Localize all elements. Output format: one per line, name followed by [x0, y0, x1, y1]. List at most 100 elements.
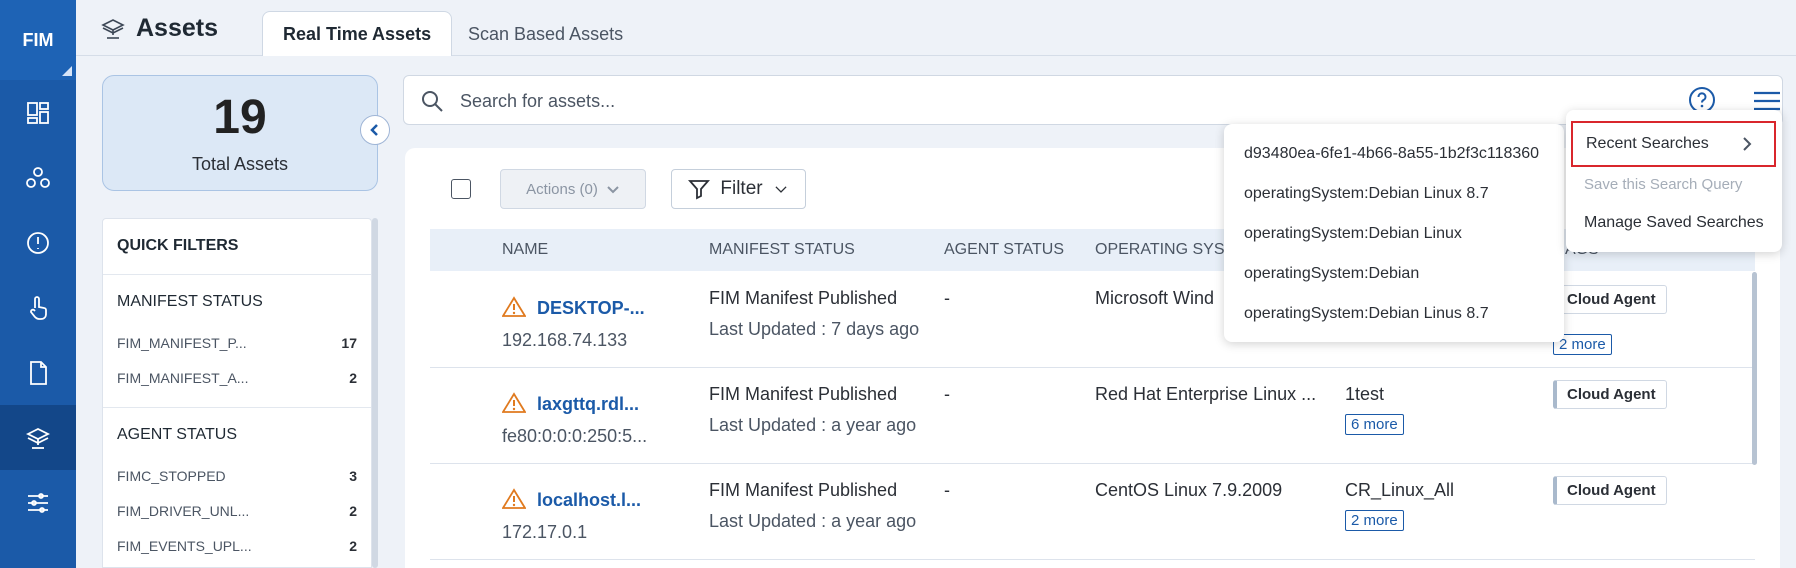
filter-item-count: 2 [349, 369, 357, 386]
manifest-status: FIM Manifest Published [709, 384, 898, 404]
asset-name-link[interactable]: laxgttq.rdl... [537, 394, 639, 415]
filter-item[interactable]: FIM_MANIFEST_P... 17 [117, 325, 357, 360]
table-row[interactable]: laxgttq.rdl... fe80:0:0:0:250:5... FIM M… [430, 368, 1755, 464]
nav-assets[interactable] [0, 405, 76, 470]
filter-item-count: 3 [349, 467, 357, 484]
assets-icon [101, 18, 125, 39]
tag-text: CR_Linux_All [1345, 480, 1455, 500]
column-header-operating-system[interactable]: OPERATING SYSTE [1095, 241, 1245, 259]
filter-item[interactable]: FIM_EVENTS_UPL... 2 [117, 528, 357, 563]
document-icon [30, 360, 47, 385]
recent-search-item[interactable]: operatingSystem:Debian Linus 8.7 [1244, 305, 1489, 323]
agent-status: - [944, 384, 950, 404]
recent-search-item[interactable]: operatingSystem:Debian Linux 8.7 [1244, 185, 1489, 203]
filter-label: Filter [720, 178, 763, 199]
funnel-icon [688, 180, 711, 200]
nodes-icon [26, 166, 50, 188]
touch-icon [30, 295, 47, 320]
menu-item-recent-searches[interactable]: Recent Searches [1571, 121, 1776, 167]
tab-scan-based-assets[interactable]: Scan Based Assets [448, 11, 643, 57]
more-tags-badge[interactable]: 6 more [1345, 414, 1404, 435]
operating-system: Microsoft Wind [1095, 288, 1215, 308]
collapse-panel-button[interactable] [360, 115, 390, 145]
filter-section-title: AGENT STATUS [117, 426, 238, 443]
column-header-agent-status[interactable]: AGENT STATUS [944, 241, 1064, 259]
agent-status: - [944, 480, 950, 500]
last-updated: Last Updated : 7 days ago [709, 319, 920, 339]
recent-search-item[interactable]: operatingSystem:Debian [1244, 265, 1419, 283]
app-switcher-icon[interactable] [62, 66, 72, 76]
table-scrollbar[interactable] [1752, 272, 1757, 465]
filter-item[interactable]: FIM_MANIFEST_A... 2 [117, 360, 357, 395]
menu-item-save-search[interactable]: Save this Search Query [1584, 176, 1742, 193]
table-row[interactable]: localhost.l... 172.17.0.1 FIM Manifest P… [430, 464, 1755, 560]
filter-item-count: 17 [341, 334, 357, 351]
tag-text: 1test [1345, 384, 1385, 404]
nav-reports[interactable] [0, 340, 76, 405]
warning-icon [502, 488, 526, 509]
asset-address: fe80:0:0:0:250:5... [502, 426, 648, 446]
manifest-status: FIM Manifest Published [709, 288, 898, 308]
left-nav: FIM [0, 0, 76, 568]
quick-filters-title: QUICK FILTERS [103, 219, 371, 275]
warning-icon [502, 296, 526, 317]
actions-label: Actions (0) [526, 180, 598, 198]
dashboard-icon [27, 101, 49, 124]
sliders-icon [28, 492, 48, 513]
filter-section-manifest: MANIFEST STATUS FIM_MANIFEST_P... 17 FIM… [103, 293, 371, 408]
hamburger-menu-icon[interactable] [1752, 90, 1782, 112]
menu-item-manage-saved-searches[interactable]: Manage Saved Searches [1584, 214, 1764, 232]
more-tags-badge[interactable]: 2 more [1345, 510, 1404, 531]
brand-label: FIM [22, 29, 54, 50]
warning-icon [502, 392, 526, 413]
assets-icon [25, 427, 51, 449]
recent-searches-popup: d93480ea-6fe1-4b66-8a55-1b2f3c118360 ope… [1224, 124, 1564, 342]
operating-system: CentOS Linux 7.9.2009 [1095, 480, 1283, 500]
total-assets-count: 19 [213, 91, 267, 144]
filter-item[interactable]: FIM_DRIVER_UNL... 2 [117, 493, 357, 528]
asset-name-link[interactable]: localhost.l... [537, 490, 641, 511]
filter-section-agent: AGENT STATUS FIMC_STOPPED 3 FIM_DRIVER_U… [103, 426, 371, 563]
total-assets-label: Total Assets [191, 154, 289, 174]
filter-item-count: 2 [349, 537, 357, 554]
last-updated: Last Updated : a year ago [709, 415, 917, 435]
page-header: Assets Real Time Assets Scan Based Asset… [76, 0, 1796, 57]
tag-badge[interactable]: Cloud Agent [1553, 285, 1667, 314]
nav-groups[interactable] [0, 145, 76, 210]
nav-incidents[interactable] [0, 210, 76, 275]
tag-badge[interactable]: Cloud Agent [1553, 476, 1667, 505]
search-options-menu: Recent Searches Save this Search Query M… [1566, 110, 1782, 252]
recent-search-item[interactable]: d93480ea-6fe1-4b66-8a55-1b2f3c118360 [1244, 145, 1539, 163]
nav-interactions[interactable] [0, 275, 76, 340]
filters-scrollbar[interactable] [372, 218, 378, 568]
alert-icon [27, 231, 49, 254]
tab-label: Scan Based Assets [468, 23, 624, 44]
nav-dashboard[interactable] [0, 80, 76, 145]
filter-item-label: FIMC_STOPPED [117, 467, 226, 484]
filter-item-label: FIM_MANIFEST_P... [117, 334, 247, 351]
nav-configuration[interactable] [0, 470, 76, 535]
filter-item-label: FIM_EVENTS_UPL... [117, 537, 252, 554]
filter-button[interactable]: Filter [671, 169, 806, 209]
recent-search-item[interactable]: operatingSystem:Debian Linux [1244, 225, 1462, 243]
page-title: Assets [100, 14, 218, 43]
actions-button[interactable]: Actions (0) [500, 169, 646, 209]
brand-logo[interactable]: FIM [0, 0, 76, 80]
filter-item[interactable]: FIMC_STOPPED 3 [117, 458, 357, 493]
tab-real-time-assets[interactable]: Real Time Assets [262, 11, 453, 57]
column-header-name[interactable]: NAME [502, 241, 548, 259]
operating-system: Red Hat Enterprise Linux ... [1095, 384, 1317, 404]
tab-label: Real Time Assets [283, 24, 432, 44]
select-all-checkbox[interactable] [451, 179, 471, 199]
search-icon [422, 91, 443, 112]
manifest-status: FIM Manifest Published [709, 480, 898, 500]
tag-badge[interactable]: Cloud Agent [1553, 380, 1667, 409]
search-input[interactable] [460, 86, 1460, 116]
asset-address: 172.17.0.1 [502, 522, 588, 542]
agent-status: - [944, 288, 950, 308]
filter-item-label: FIM_MANIFEST_A... [117, 369, 249, 386]
chevron-left-icon [370, 124, 378, 136]
filter-item-label: FIM_DRIVER_UNL... [117, 502, 250, 519]
column-header-manifest-status[interactable]: MANIFEST STATUS [709, 241, 855, 259]
asset-name-link[interactable]: DESKTOP-... [537, 298, 645, 319]
